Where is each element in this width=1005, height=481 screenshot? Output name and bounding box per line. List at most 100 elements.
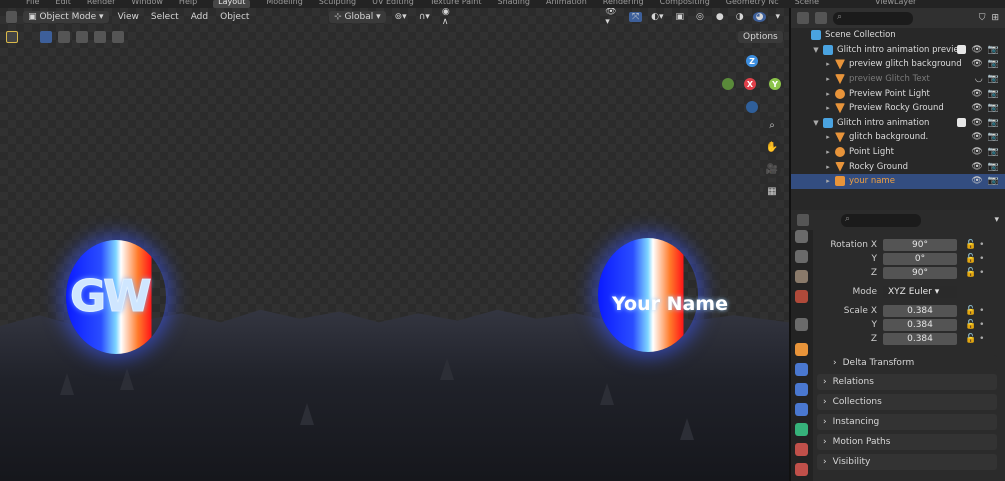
data-tab-icon[interactable] — [795, 423, 808, 436]
select-extend-mode-icon[interactable] — [58, 31, 70, 43]
outliner-row[interactable]: ▼ Glitch intro animation 👁 📷 — [791, 116, 1005, 131]
rotation-y-field[interactable]: 0° — [883, 252, 957, 265]
properties-editor-type-icon[interactable] — [797, 214, 809, 226]
gizmo-toggle-icon[interactable]: ⤧ — [628, 12, 643, 22]
outliner-search-input[interactable]: ⌕ — [833, 11, 913, 25]
perspective-grid-icon[interactable]: ▦ — [763, 182, 781, 200]
material-tab-icon[interactable] — [795, 443, 808, 456]
camera-icon[interactable]: 📷 — [988, 103, 999, 113]
gizmo-y-axis[interactable]: Y — [769, 78, 781, 90]
expand-down-icon[interactable]: ▼ — [811, 46, 821, 54]
panel-visibility[interactable]: › Visibility — [817, 454, 997, 470]
scale-z-field[interactable]: 0.384 — [883, 332, 957, 345]
menu-object[interactable]: Object — [217, 12, 252, 22]
world-tab-icon[interactable] — [795, 290, 808, 303]
rotation-mode-dropdown[interactable]: XYZ Euler ▾ — [883, 285, 957, 298]
menu-file[interactable]: File — [26, 0, 39, 8]
eye-icon[interactable]: 👁 — [971, 132, 982, 142]
lock-icon[interactable]: 🔓 • — [965, 254, 984, 264]
render-tab-icon[interactable] — [795, 250, 808, 263]
options-dropdown[interactable]: Options — [738, 31, 783, 43]
workspace-tab-shading[interactable]: Shading — [497, 0, 530, 8]
properties-options-icon[interactable]: ▾ — [994, 215, 999, 225]
xray-icon[interactable]: ▣ — [673, 12, 688, 22]
camera-icon[interactable]: 📷 — [988, 176, 999, 186]
scale-y-field[interactable]: 0.384 — [883, 318, 957, 331]
camera-icon[interactable]: 📷 — [988, 132, 999, 142]
workspace-tab-sculpting[interactable]: Sculpting — [319, 0, 356, 8]
snap-magnet-icon[interactable]: ∩▾ — [416, 12, 433, 22]
outliner-editor-type-icon[interactable] — [797, 12, 809, 24]
delta-transform-subpanel[interactable]: › Delta Transform — [827, 355, 997, 371]
properties-search-input[interactable]: ⌕ — [841, 213, 921, 227]
scene-selector[interactable]: Scene — [795, 0, 819, 8]
outliner-row[interactable]: ▸ Point Light 👁 📷 — [791, 145, 1005, 160]
camera-icon[interactable]: 📷 — [988, 89, 999, 99]
eye-icon[interactable]: 👁 — [971, 147, 982, 157]
expand-right-icon[interactable]: ▸ — [823, 163, 833, 171]
panel-instancing[interactable]: › Instancing — [817, 414, 997, 430]
eye-icon[interactable]: 👁 — [971, 89, 982, 99]
menu-select[interactable]: Select — [148, 12, 182, 22]
shading-options-icon[interactable]: ▾ — [772, 12, 783, 22]
shading-wireframe-icon[interactable]: ◎ — [693, 12, 707, 22]
camera-icon[interactable]: 📷 — [988, 59, 999, 69]
gizmo-neg-y-axis[interactable] — [722, 78, 734, 90]
object-tab-icon[interactable] — [795, 343, 808, 356]
gizmo-x-axis[interactable]: X — [744, 78, 756, 90]
gizmo-z-axis[interactable]: Z — [746, 55, 758, 67]
lock-icon[interactable]: 🔓 • — [965, 320, 984, 330]
lock-icon[interactable]: 🔓 • — [965, 268, 984, 278]
menu-add[interactable]: Add — [188, 12, 211, 22]
editor-type-icon[interactable] — [6, 11, 18, 23]
menu-view[interactable]: View — [115, 12, 142, 22]
exclude-checkbox[interactable] — [957, 117, 967, 127]
menu-window[interactable]: Window — [131, 0, 163, 8]
filter-icon[interactable]: ⛉ — [979, 13, 986, 23]
camera-view-icon[interactable]: 🎥 — [763, 160, 781, 178]
expand-right-icon[interactable]: ▸ — [823, 75, 833, 83]
select-intersect-mode-icon[interactable] — [112, 31, 124, 43]
expand-right-icon[interactable]: ▸ — [823, 104, 833, 112]
panel-collections[interactable]: › Collections — [817, 394, 997, 410]
overlays-icon[interactable]: ◐▾ — [648, 12, 666, 22]
menu-help[interactable]: Help — [179, 0, 197, 8]
outliner-row[interactable]: Scene Collection — [791, 28, 1005, 43]
lock-icon[interactable]: 🔓 • — [965, 334, 984, 344]
select-subtract-mode-icon[interactable] — [76, 31, 88, 43]
transform-orientation-dropdown[interactable]: ⊹ Global ▾ — [329, 11, 386, 23]
shading-solid-icon[interactable]: ● — [713, 12, 727, 22]
rotation-z-field[interactable]: 90° — [883, 266, 957, 279]
gizmo-neg-z-axis[interactable] — [746, 101, 758, 113]
expand-right-icon[interactable]: ▸ — [823, 90, 833, 98]
output-tab-icon[interactable] — [795, 270, 808, 283]
rotation-x-field[interactable]: 90° — [883, 238, 957, 251]
eye-icon[interactable]: 👁 — [971, 118, 982, 128]
panel-motion-paths[interactable]: › Motion Paths — [817, 434, 997, 450]
pan-hand-icon[interactable]: ✋ — [763, 138, 781, 156]
display-mode-icon[interactable] — [815, 12, 827, 24]
view-layer-selector[interactable]: ViewLayer — [875, 0, 916, 8]
physics-tab-icon[interactable] — [795, 403, 808, 416]
eye-closed-icon[interactable]: ◡ — [975, 74, 983, 84]
menu-edit[interactable]: Edit — [55, 0, 71, 8]
menu-render[interactable]: Render — [87, 0, 115, 8]
outliner-row[interactable]: ▸ Preview Rocky Ground 👁 📷 — [791, 101, 1005, 116]
select-box-mode-icon[interactable] — [40, 31, 52, 43]
outliner-row[interactable]: ▸ your name 👁 📷 — [791, 173, 1005, 189]
eye-icon[interactable]: 👁 — [971, 59, 982, 69]
camera-icon[interactable]: 📷 — [988, 147, 999, 157]
pivot-point-icon[interactable]: ⊚▾ — [392, 12, 410, 22]
camera-icon[interactable]: 📷 — [988, 45, 999, 55]
your-name-text[interactable]: Your Name — [612, 293, 728, 315]
eye-icon[interactable]: 👁 — [971, 45, 982, 55]
select-invert-mode-icon[interactable] — [94, 31, 106, 43]
outliner-row[interactable]: ▸ preview glitch background 👁 📷 — [791, 57, 1005, 72]
workspace-tab-uv-editing[interactable]: UV Editing — [372, 0, 414, 8]
3d-viewport[interactable]: ▣ Object Mode ▾ View Select Add Object ⊹… — [0, 8, 789, 481]
shading-material-icon[interactable]: ◑ — [733, 12, 747, 22]
particles-tab-icon[interactable] — [795, 383, 808, 396]
camera-icon[interactable]: 📷 — [988, 162, 999, 172]
modifier-tab-icon[interactable] — [795, 363, 808, 376]
panel-relations[interactable]: › Relations — [817, 374, 997, 390]
